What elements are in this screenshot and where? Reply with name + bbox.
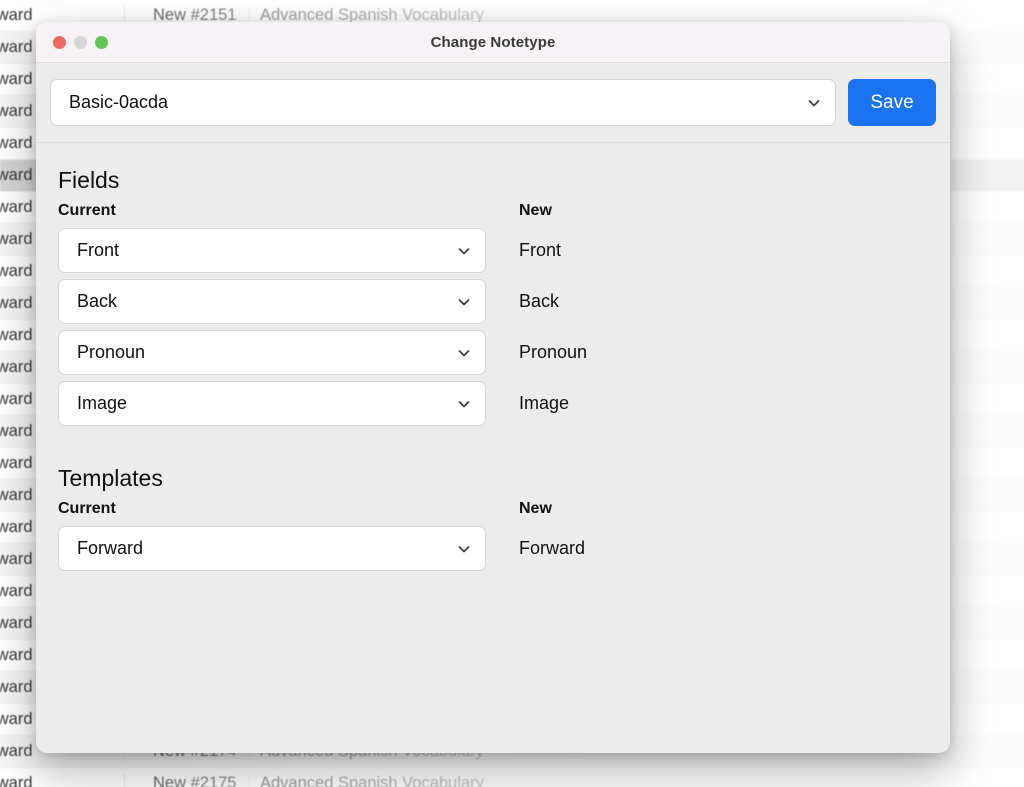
notetype-toolbar: Basic-0acda Save xyxy=(36,63,950,143)
chevron-down-icon xyxy=(457,397,471,411)
chevron-down-icon xyxy=(457,295,471,309)
screen: ForwardNew #2151Advanced Spanish Vocabul… xyxy=(0,0,1024,787)
field-current-value: Back xyxy=(77,291,118,311)
fields-current-header: Current xyxy=(58,202,116,219)
field-current-value: Front xyxy=(77,240,120,260)
template-current-value: Forward xyxy=(77,538,144,558)
notetype-select-value: Basic-0acda xyxy=(69,92,169,112)
field-new-value: Image xyxy=(519,393,570,413)
fields-heading: Fields xyxy=(58,167,120,193)
templates-column-headers: Current New xyxy=(58,500,928,518)
dialog-title: Change Notetype xyxy=(430,33,556,51)
field-mapping-row: Pronoun Pronoun xyxy=(58,327,928,378)
field-new-value: Pronoun xyxy=(519,342,588,362)
field-mapping-row: Front Front xyxy=(58,225,928,276)
field-new-value: Back xyxy=(519,291,560,311)
field-current-value: Image xyxy=(77,393,128,413)
field-mapping-row: Image Image xyxy=(58,378,928,429)
chevron-down-icon xyxy=(457,542,471,556)
fields-mapping-list: Front Front Back Back Pronoun Pronoun Image Ima… xyxy=(58,225,928,429)
template-mapping-row: Forward Forward xyxy=(58,523,928,574)
templates-mapping-list: Forward Forward xyxy=(58,523,928,574)
chevron-down-icon xyxy=(457,346,471,360)
dialog-titlebar: Change Notetype xyxy=(36,22,950,63)
chevron-down-icon xyxy=(457,244,471,258)
table-cell-card: Forward xyxy=(0,774,125,787)
chevron-down-icon xyxy=(807,96,821,110)
change-notetype-dialog: Change Notetype Basic-0acda Save Fields … xyxy=(36,22,950,753)
save-button[interactable]: Save xyxy=(848,79,936,126)
template-new-value: Forward xyxy=(519,538,586,558)
dialog-body: Fields Current New Front Front Back Back Pro… xyxy=(36,143,950,753)
fields-new-header: New xyxy=(519,202,552,219)
field-current-select-2[interactable]: Pronoun xyxy=(58,330,486,375)
notetype-select[interactable]: Basic-0acda xyxy=(50,79,836,126)
template-current-select-0[interactable]: Forward xyxy=(58,526,486,571)
table-cell-due: New #2175 xyxy=(125,774,250,787)
field-current-select-1[interactable]: Back xyxy=(58,279,486,324)
field-current-value: Pronoun xyxy=(77,342,146,362)
table-row[interactable]: ForwardNew #2175 Advanced Spanish Vocabul… xyxy=(0,768,1024,787)
table-cell-deck: Advanced Spanish Vocabulary xyxy=(260,774,484,787)
fields-column-headers: Current New xyxy=(58,202,928,220)
field-current-select-0[interactable]: Front xyxy=(58,228,486,273)
templates-new-header: New xyxy=(519,500,552,517)
field-new-value: Front xyxy=(519,240,562,260)
templates-current-header: Current xyxy=(58,500,116,517)
field-current-select-3[interactable]: Image xyxy=(58,381,486,426)
field-mapping-row: Back Back xyxy=(58,276,928,327)
templates-heading: Templates xyxy=(58,465,163,491)
